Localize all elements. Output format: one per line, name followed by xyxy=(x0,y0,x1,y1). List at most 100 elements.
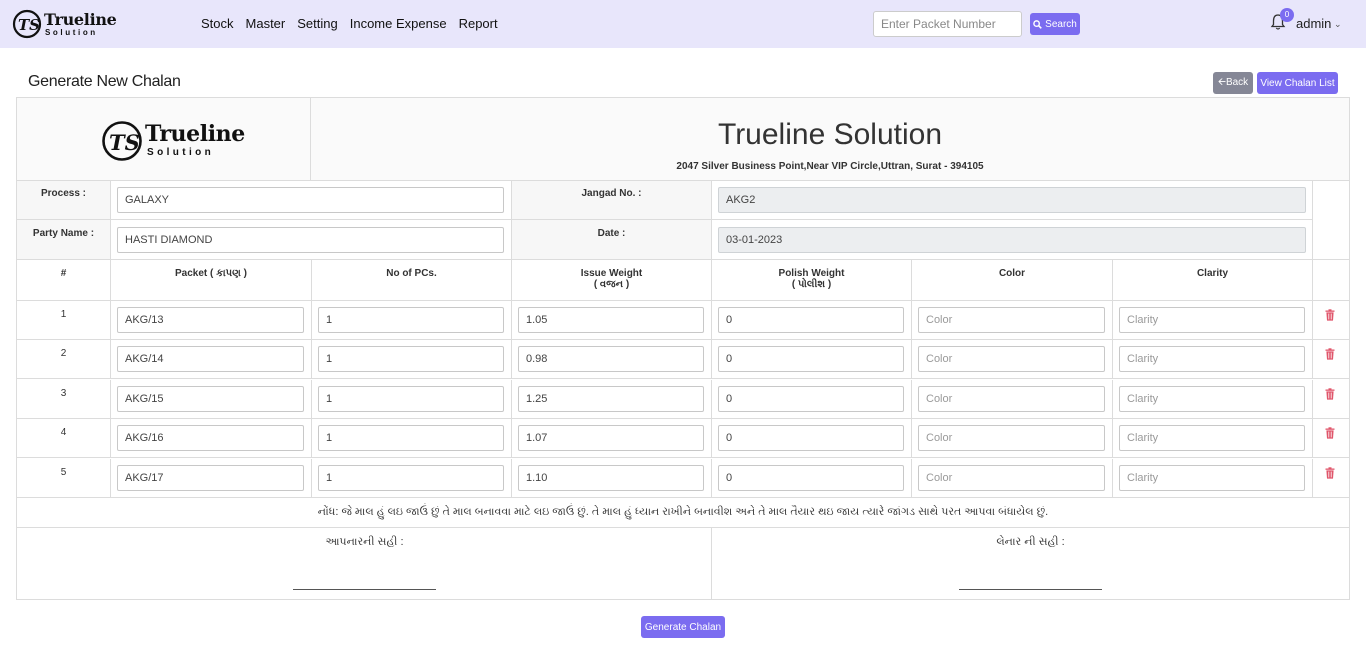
color-input[interactable] xyxy=(918,346,1105,372)
pcs-input[interactable] xyxy=(318,465,504,491)
packet-input[interactable] xyxy=(117,465,304,491)
process-input[interactable] xyxy=(117,187,504,213)
polish-weight-input[interactable] xyxy=(718,465,904,491)
user-menu[interactable]: admin xyxy=(1296,16,1331,31)
polish-weight-input[interactable] xyxy=(718,346,904,372)
jangad-label: Jangad No. : xyxy=(581,188,642,199)
col-clarity-label: Clarity xyxy=(1196,268,1229,279)
brand-sub: Solution xyxy=(45,28,98,37)
ts-logo-icon: TS xyxy=(102,121,142,161)
nav-income-expense[interactable]: Income Expense xyxy=(350,16,447,31)
nav-master[interactable]: Master xyxy=(246,16,286,31)
table-cell: 1 xyxy=(17,301,111,340)
col-pcs-header: No of PCs. xyxy=(312,260,512,301)
polish-weight-input[interactable] xyxy=(718,307,904,333)
svg-text:TS: TS xyxy=(18,16,40,34)
table-cell xyxy=(912,419,1113,458)
table-cell xyxy=(111,380,312,419)
giver-signature-label: આપનારની સહી : xyxy=(325,536,404,548)
row-number: 4 xyxy=(60,427,67,438)
col-color-header: Color xyxy=(912,260,1113,301)
company-name: Trueline Solution xyxy=(717,118,943,151)
table-cell xyxy=(1313,340,1350,379)
pcs-input[interactable] xyxy=(318,425,504,451)
color-input[interactable] xyxy=(918,386,1105,412)
col-num-header: # xyxy=(17,260,111,301)
trash-icon[interactable] xyxy=(1325,309,1335,321)
color-input[interactable] xyxy=(918,425,1105,451)
table-cell xyxy=(712,340,912,379)
table-cell: 4 xyxy=(17,419,111,458)
table-cell xyxy=(1313,301,1350,340)
header-logo-cell: TS Trueline Solution xyxy=(17,98,311,181)
search-button[interactable]: Search xyxy=(1030,13,1080,35)
table-cell xyxy=(712,419,912,458)
nav-report[interactable]: Report xyxy=(459,16,498,31)
col-issue-header: Issue Weight ( વજન ) xyxy=(512,260,712,301)
packet-input[interactable] xyxy=(117,307,304,333)
back-button[interactable]: 🡨Back xyxy=(1213,72,1253,94)
trash-icon[interactable] xyxy=(1325,348,1335,360)
clarity-input[interactable] xyxy=(1119,307,1305,333)
table-cell: 3 xyxy=(17,380,111,419)
clarity-input[interactable] xyxy=(1119,386,1305,412)
party-label-cell: Party Name : xyxy=(17,220,111,260)
table-cell xyxy=(912,340,1113,379)
issue-weight-input[interactable] xyxy=(518,425,704,451)
table-cell xyxy=(312,419,512,458)
date-label-cell: Date : xyxy=(512,220,712,260)
color-input[interactable] xyxy=(918,465,1105,491)
col-polish-sublabel: ( પોલીશ ) xyxy=(791,279,832,290)
company-address: 2047 Silver Business Point,Near VIP Circ… xyxy=(676,161,984,172)
ts-logo-icon: TS xyxy=(12,9,42,39)
packet-input[interactable] xyxy=(117,425,304,451)
clarity-input[interactable] xyxy=(1119,425,1305,451)
trash-icon[interactable] xyxy=(1325,427,1335,439)
table-cell xyxy=(1113,301,1313,340)
issue-weight-input[interactable] xyxy=(518,307,704,333)
table-cell xyxy=(312,301,512,340)
jangad-no-field xyxy=(718,187,1306,213)
packet-search-input[interactable] xyxy=(873,11,1022,37)
packet-input[interactable] xyxy=(117,346,304,372)
party-name-input[interactable] xyxy=(117,227,504,253)
receiver-signature-label: લેનાર ની સહી : xyxy=(996,536,1065,548)
pcs-input[interactable] xyxy=(318,386,504,412)
col-num-label: # xyxy=(60,268,67,279)
trash-icon[interactable] xyxy=(1325,467,1335,479)
search-icon xyxy=(1033,19,1043,29)
pcs-input[interactable] xyxy=(318,346,504,372)
issue-weight-input[interactable] xyxy=(518,346,704,372)
view-chalan-list-button[interactable]: View Chalan List xyxy=(1257,72,1338,94)
table-cell xyxy=(712,380,912,419)
clarity-input[interactable] xyxy=(1119,465,1305,491)
arrow-left-icon: 🡨 xyxy=(1217,76,1226,88)
packet-input[interactable] xyxy=(117,386,304,412)
table-cell xyxy=(512,301,712,340)
brand-logo[interactable]: TS Trueline Solution xyxy=(12,8,117,40)
search-button-label: Search xyxy=(1045,18,1077,30)
issue-weight-input[interactable] xyxy=(518,386,704,412)
polish-weight-input[interactable] xyxy=(718,425,904,451)
col-pcs-label: No of PCs. xyxy=(386,268,437,279)
table-cell xyxy=(1313,380,1350,419)
polish-weight-input[interactable] xyxy=(718,386,904,412)
pcs-input[interactable] xyxy=(318,307,504,333)
company-logo-name: Trueline xyxy=(145,121,245,147)
party-label: Party Name : xyxy=(32,228,95,239)
table-cell xyxy=(1313,419,1350,458)
page-title: Generate New Chalan xyxy=(28,73,181,90)
table-cell xyxy=(512,340,712,379)
table-cell xyxy=(111,459,312,498)
issue-weight-input[interactable] xyxy=(518,465,704,491)
nav-stock[interactable]: Stock xyxy=(201,16,234,31)
color-input[interactable] xyxy=(918,307,1105,333)
trash-icon[interactable] xyxy=(1325,388,1335,400)
generate-chalan-button[interactable]: Generate Chalan xyxy=(641,616,725,638)
terms-note: નોંધ: જે માલ હું લઇ જાઉં છું તે માલ બનાવ… xyxy=(17,498,1349,528)
table-cell xyxy=(912,459,1113,498)
table-cell xyxy=(111,301,312,340)
nav-setting[interactable]: Setting xyxy=(297,16,337,31)
clarity-input[interactable] xyxy=(1119,346,1305,372)
chevron-down-icon[interactable]: ⌄ xyxy=(1334,19,1342,30)
